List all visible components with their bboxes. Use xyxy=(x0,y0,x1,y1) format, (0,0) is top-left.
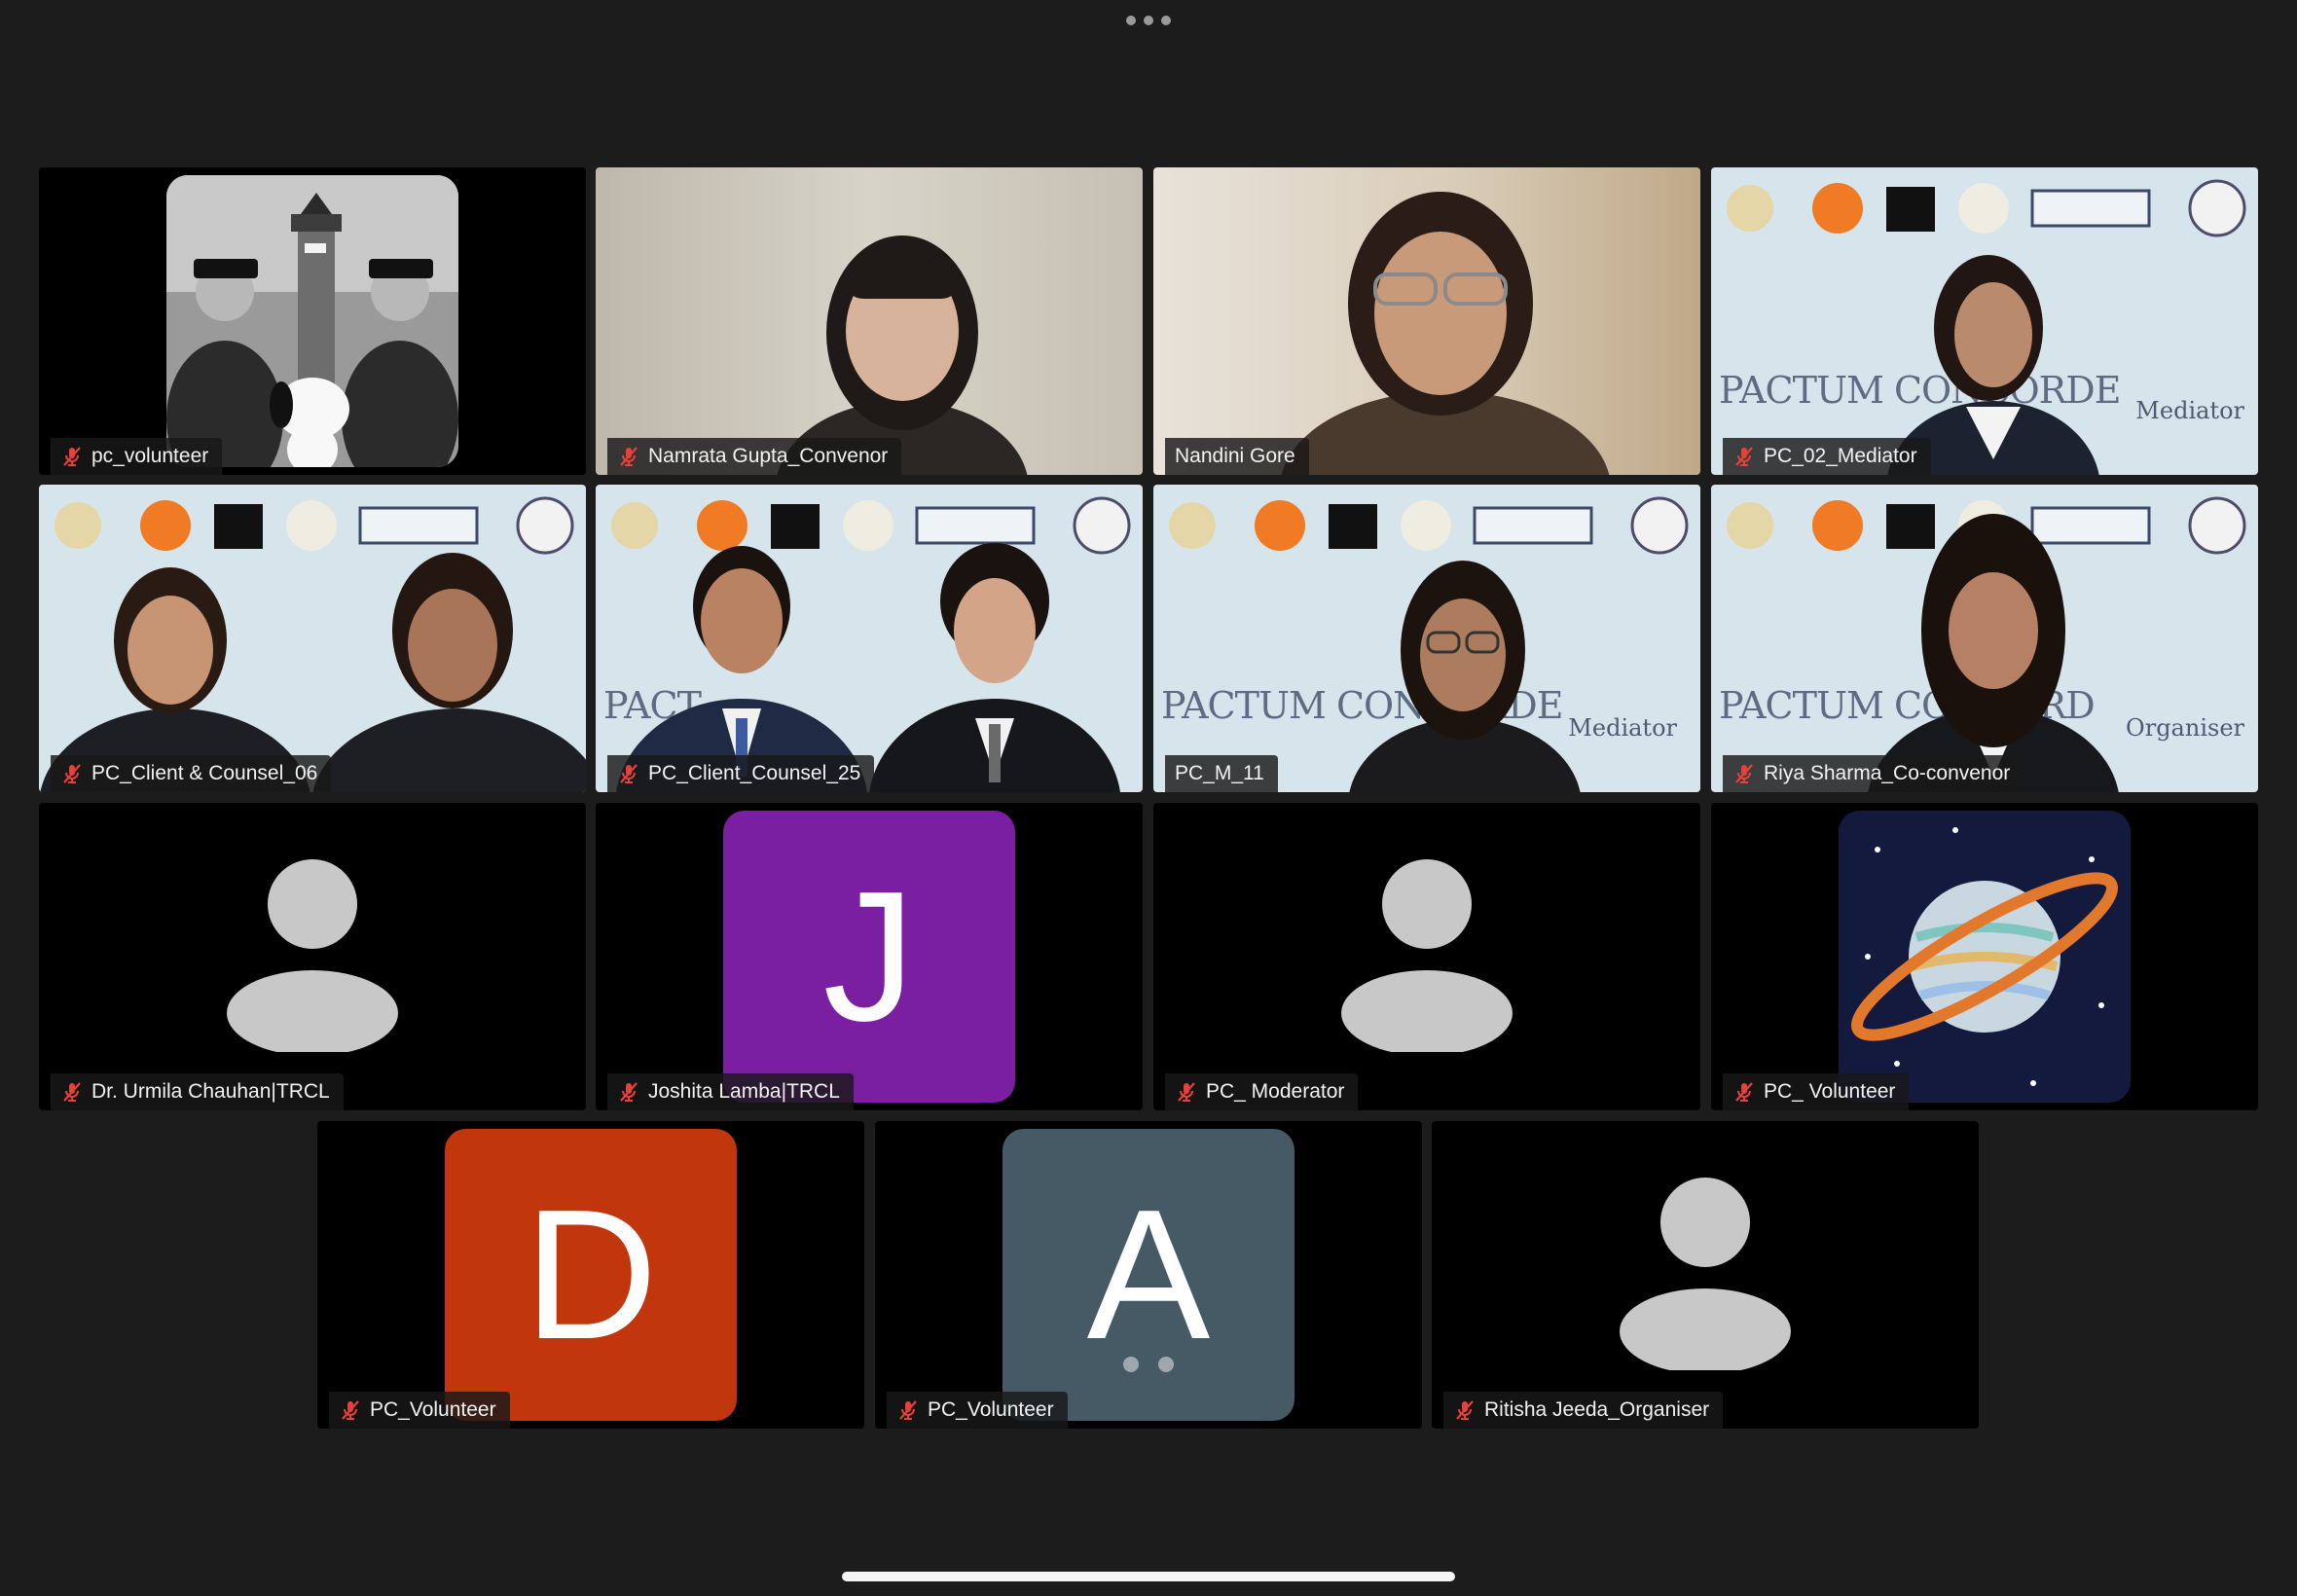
default-avatar-icon xyxy=(1341,859,1513,1052)
participant-name-tag: PC_02_Mediator xyxy=(1723,438,1931,475)
microphone-muted-icon xyxy=(1735,447,1753,466)
participant-name: PC_ Moderator xyxy=(1206,1080,1345,1103)
participant-name-tag: PC_ Moderator xyxy=(1165,1073,1359,1110)
microphone-muted-icon xyxy=(620,447,638,466)
participant-name-tag: Nandini Gore xyxy=(1165,438,1309,475)
video-feed: PACTUM CONCORDE Mediator xyxy=(1711,167,2258,475)
participant-name: Dr. Urmila Chauhan|TRCL xyxy=(91,1080,330,1103)
default-avatar-icon xyxy=(227,859,398,1052)
microphone-muted-icon xyxy=(63,1082,81,1102)
participant-name-tag: PC_ Volunteer xyxy=(1723,1073,1910,1110)
video-feed xyxy=(39,485,586,792)
active-speaker-tile[interactable]: PACTUM CONCORDE Mediator PC_M_11 xyxy=(1153,485,1700,792)
microphone-muted-icon xyxy=(1735,764,1753,783)
participant-name-tag: Riya Sharma_Co-convenor xyxy=(1723,755,2024,792)
participant-tile[interactable]: D PC_Volunteer xyxy=(317,1121,864,1429)
initial-avatar: D xyxy=(445,1129,737,1421)
initial-avatar: J xyxy=(723,811,1015,1103)
video-feed: PACT xyxy=(596,485,1143,792)
participant-name: PC_Volunteer xyxy=(928,1398,1054,1421)
video-feed xyxy=(1153,167,1700,475)
participant-tile[interactable]: PC_ Volunteer xyxy=(1711,803,2258,1110)
participant-tile[interactable]: PC_Client & Counsel_06 xyxy=(39,485,586,792)
microphone-muted-icon xyxy=(1735,1082,1753,1102)
participant-name-tag: pc_volunteer xyxy=(51,438,223,475)
initial-avatar: A xyxy=(1003,1129,1294,1421)
microphone-muted-icon xyxy=(620,764,638,783)
participant-name: Ritisha Jeeda_Organiser xyxy=(1484,1398,1710,1421)
participant-tile[interactable]: Dr. Urmila Chauhan|TRCL xyxy=(39,803,586,1110)
participant-name: pc_volunteer xyxy=(91,445,209,467)
more-options-icon[interactable] xyxy=(1126,16,1171,25)
participant-tile[interactable]: J Joshita Lamba|TRCL xyxy=(596,803,1143,1110)
participant-name: Nandini Gore xyxy=(1175,445,1295,467)
participant-name: PC_Client_Counsel_25 xyxy=(648,762,861,784)
participant-name-tag: PC_Client_Counsel_25 xyxy=(607,755,875,792)
participant-name: Joshita Lamba|TRCL xyxy=(648,1080,840,1103)
video-feed: PACTUM CONCORDE Mediator xyxy=(1153,485,1700,792)
participant-name: PC_ Volunteer xyxy=(1764,1080,1896,1103)
participant-name-tag: PC_Client & Counsel_06 xyxy=(51,755,332,792)
participant-name: PC_Volunteer xyxy=(370,1398,496,1421)
participant-name-tag: Namrata Gupta_Convenor xyxy=(607,438,902,475)
microphone-muted-icon xyxy=(63,764,81,783)
microphone-muted-icon xyxy=(342,1400,359,1420)
participant-name-tag: Joshita Lamba|TRCL xyxy=(607,1073,854,1110)
microphone-muted-icon xyxy=(63,447,81,466)
video-feed: PACTUM CONCORD Organiser xyxy=(1711,485,2258,792)
participant-tile[interactable]: PACTUM CONCORDE Mediator PC_02_Mediator xyxy=(1711,167,2258,475)
participant-tile[interactable]: Ritisha Jeeda_Organiser xyxy=(1432,1121,1979,1429)
participant-tile[interactable]: pc_volunteer xyxy=(39,167,586,475)
microphone-muted-icon xyxy=(620,1082,638,1102)
participant-name: Riya Sharma_Co-convenor xyxy=(1764,762,2011,784)
participant-name-tag: Ritisha Jeeda_Organiser xyxy=(1443,1392,1724,1429)
participant-name: Namrata Gupta_Convenor xyxy=(648,445,889,467)
microphone-muted-icon xyxy=(899,1400,917,1420)
initial-letter: A xyxy=(1086,1172,1211,1378)
participant-tile[interactable]: Namrata Gupta_Convenor xyxy=(596,167,1143,475)
participant-tile[interactable]: PACTUM CONCORD Organiser Riya Sharma_Co-… xyxy=(1711,485,2258,792)
participant-name-tag: PC_M_11 xyxy=(1165,755,1278,792)
loading-indicator xyxy=(1123,1357,1174,1372)
microphone-muted-icon xyxy=(1456,1400,1474,1420)
participant-name-tag: PC_Volunteer xyxy=(329,1392,510,1429)
participant-name-tag: Dr. Urmila Chauhan|TRCL xyxy=(51,1073,344,1110)
participant-tile[interactable]: Nandini Gore xyxy=(1153,167,1700,475)
profile-picture xyxy=(1839,811,2131,1103)
microphone-muted-icon xyxy=(1178,1082,1195,1102)
participant-name-tag: PC_Volunteer xyxy=(887,1392,1068,1429)
video-feed xyxy=(596,167,1143,475)
participant-tile[interactable]: A PC_Volunteer xyxy=(875,1121,1422,1429)
home-indicator[interactable] xyxy=(842,1572,1455,1581)
profile-picture xyxy=(166,175,458,467)
participant-name: PC_02_Mediator xyxy=(1764,445,1917,467)
participant-name: PC_M_11 xyxy=(1175,762,1264,784)
participant-tile[interactable]: PC_ Moderator xyxy=(1153,803,1700,1110)
participant-name: PC_Client & Counsel_06 xyxy=(91,762,318,784)
participant-tile[interactable]: PACT PC_Client_Counsel_25 xyxy=(596,485,1143,792)
default-avatar-icon xyxy=(1620,1178,1791,1370)
